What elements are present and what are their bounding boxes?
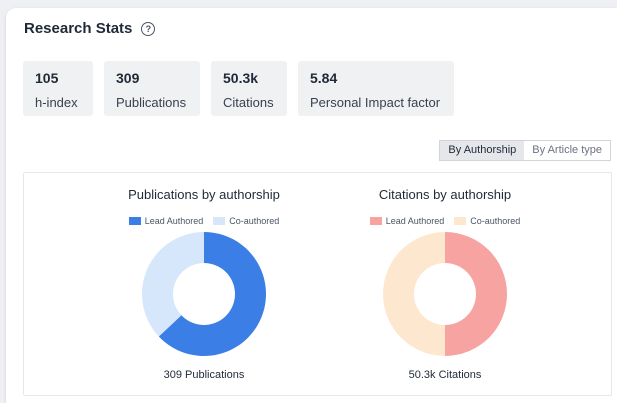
tab-by-authorship[interactable]: By Authorship (440, 141, 525, 160)
stat-h-index: 105 h-index (23, 61, 93, 116)
chart-legend: Lead Authored Co-authored (84, 216, 324, 226)
view-toggle: By Authorship By Article type (439, 140, 611, 161)
legend-label: Lead Authored (385, 216, 445, 226)
stat-value: 50.3k (223, 70, 259, 86)
donut-slice-co-authored[interactable] (383, 232, 445, 356)
stats-row: 105 h-index 309 Publications 50.3k Citat… (23, 61, 454, 116)
chart-title: Publications by authorship (128, 187, 280, 202)
help-icon[interactable]: ? (141, 21, 156, 36)
legend-item-lead[interactable]: Lead Authored (128, 216, 204, 226)
legend-label: Lead Authored (144, 216, 204, 226)
stat-publications: 309 Publications (104, 61, 200, 116)
stat-value: 5.84 (310, 70, 338, 86)
page-title: Research Stats (24, 20, 133, 37)
stat-label: Publications (116, 95, 187, 110)
stat-label: Citations (223, 95, 274, 110)
charts-panel: Publications by authorship Lead Authored… (23, 172, 612, 396)
citations-chart: Citations by authorship Lead Authored Co… (325, 173, 565, 395)
legend-swatch-lead (128, 217, 141, 225)
legend-swatch-co (454, 217, 467, 225)
legend-swatch-co (213, 217, 226, 225)
legend-label: Co-authored (470, 216, 521, 226)
chart-legend: Lead Authored Co-authored (325, 216, 565, 226)
stat-value: 309 (116, 70, 140, 86)
publications-chart: Publications by authorship Lead Authored… (84, 173, 324, 395)
tab-by-article-type[interactable]: By Article type (524, 141, 610, 160)
chart-caption: 309 Publications (163, 369, 245, 381)
citations-donut (383, 232, 507, 356)
publications-donut (142, 232, 266, 356)
donut-slice-co-authored[interactable] (142, 232, 204, 337)
legend-item-co[interactable]: Co-authored (454, 216, 520, 226)
legend-item-co[interactable]: Co-authored (213, 216, 279, 226)
chart-caption: 50.3k Citations (408, 369, 482, 381)
legend-label: Co-authored (229, 216, 280, 226)
stat-label: Personal Impact factor (310, 95, 441, 110)
header: Research Stats ? (24, 20, 156, 37)
stat-value: 105 (35, 70, 59, 86)
donut-slice-lead-authored[interactable] (445, 232, 507, 356)
research-stats-card: Research Stats ? 105 h-index 309 Publica… (6, 8, 617, 403)
stat-impact-factor: 5.84 Personal Impact factor (298, 61, 454, 116)
chart-title: Citations by authorship (378, 187, 512, 202)
legend-item-lead[interactable]: Lead Authored (369, 216, 445, 226)
stat-label: h-index (35, 95, 78, 110)
legend-swatch-lead (369, 217, 382, 225)
stat-citations: 50.3k Citations (211, 61, 287, 116)
